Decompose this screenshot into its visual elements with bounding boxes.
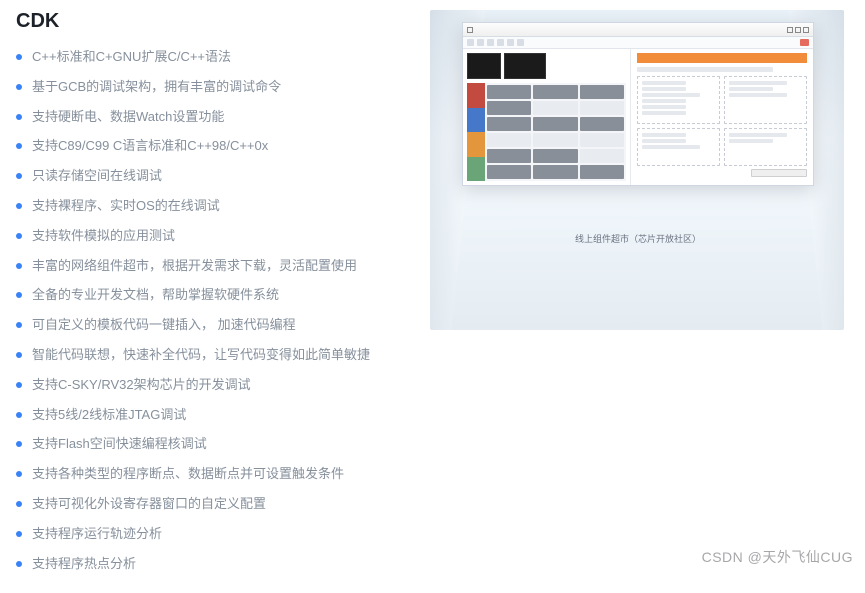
bullet-icon xyxy=(16,441,22,447)
bullet-icon xyxy=(16,382,22,388)
feature-text: 支持裸程序、实时OS的在线调试 xyxy=(32,196,220,217)
ide-screenshot xyxy=(462,22,814,186)
watermark: CSDN @天外飞仙CUG xyxy=(702,547,853,567)
window-toolbar xyxy=(463,37,813,49)
tool-button xyxy=(467,39,474,46)
feature-item: 只读存储空间在线调试 xyxy=(16,166,426,187)
feature-text: 基于GCB的调试架构，拥有丰富的调试命令 xyxy=(32,77,281,98)
bullet-icon xyxy=(16,114,22,120)
page-title: CDK xyxy=(16,10,426,33)
tool-button xyxy=(497,39,504,46)
minimize-icon xyxy=(787,27,793,33)
component-grid xyxy=(485,83,626,181)
bullet-icon xyxy=(16,501,22,507)
feature-item: 基于GCB的调试架构，拥有丰富的调试命令 xyxy=(16,77,426,98)
feature-item: 支持Flash空间快速编程核调试 xyxy=(16,434,426,455)
feature-item: 支持程序运行轨迹分析 xyxy=(16,524,426,545)
feature-item: 支持各种类型的程序断点、数据断点并可设置触发条件 xyxy=(16,464,426,485)
feature-item: 支持5线/2线标准JTAG调试 xyxy=(16,405,426,426)
bullet-icon xyxy=(16,471,22,477)
feature-list: C++标准和C+GNU扩展C/C++语法基于GCB的调试架构，拥有丰富的调试命令… xyxy=(16,47,426,574)
bullet-icon xyxy=(16,322,22,328)
list-box xyxy=(724,76,807,124)
bullet-icon xyxy=(16,561,22,567)
maximize-icon xyxy=(795,27,801,33)
screenshot-caption: 线上组件超市（芯片开放社区） xyxy=(462,232,814,245)
window-titlebar xyxy=(463,23,813,37)
app-icon xyxy=(467,27,473,33)
feature-text: 支持程序运行轨迹分析 xyxy=(32,524,162,545)
feature-item: 全备的专业开发文档，帮助掌握软硬件系统 xyxy=(16,285,426,306)
feature-text: 支持软件模拟的应用测试 xyxy=(32,226,175,247)
feature-item: 可自定义的模板代码一键插入， 加速代码编程 xyxy=(16,315,426,336)
feature-text: C++标准和C+GNU扩展C/C++语法 xyxy=(32,47,231,68)
feature-text: 智能代码联想，快速补全代码，让写代码变得如此简单敏捷 xyxy=(32,345,370,366)
bullet-icon xyxy=(16,233,22,239)
tool-button xyxy=(517,39,524,46)
panel-header xyxy=(637,53,807,63)
thumbnail xyxy=(504,53,546,79)
feature-item: 支持软件模拟的应用测试 xyxy=(16,226,426,247)
feature-item: 智能代码联想，快速补全代码，让写代码变得如此简单敏捷 xyxy=(16,345,426,366)
close-icon xyxy=(803,27,809,33)
list-box xyxy=(724,128,807,166)
feature-text: 支持5线/2线标准JTAG调试 xyxy=(32,405,186,426)
feature-item: C++标准和C+GNU扩展C/C++语法 xyxy=(16,47,426,68)
bullet-icon xyxy=(16,173,22,179)
feature-item: 丰富的网络组件超市，根据开发需求下载，灵活配置使用 xyxy=(16,256,426,277)
list-box xyxy=(637,76,720,124)
bullet-icon xyxy=(16,84,22,90)
feature-text: 支持硬断电、数据Watch设置功能 xyxy=(32,107,224,128)
feature-text: 支持程序热点分析 xyxy=(32,554,136,575)
tool-button-accent xyxy=(800,39,809,46)
bullet-icon xyxy=(16,412,22,418)
feature-text: 支持C-SKY/RV32架构芯片的开发调试 xyxy=(32,375,251,396)
feature-text: 可自定义的模板代码一键插入， 加速代码编程 xyxy=(32,315,296,336)
bullet-icon xyxy=(16,54,22,60)
bullet-icon xyxy=(16,352,22,358)
bullet-icon xyxy=(16,292,22,298)
feature-text: 丰富的网络组件超市，根据开发需求下载，灵活配置使用 xyxy=(32,256,357,277)
tool-button xyxy=(507,39,514,46)
feature-item: 支持程序热点分析 xyxy=(16,554,426,575)
bullet-icon xyxy=(16,143,22,149)
feature-item: 支持C-SKY/RV32架构芯片的开发调试 xyxy=(16,375,426,396)
bullet-icon xyxy=(16,203,22,209)
feature-text: 支持各种类型的程序断点、数据断点并可设置触发条件 xyxy=(32,464,344,485)
feature-item: 支持裸程序、实时OS的在线调试 xyxy=(16,196,426,217)
category-colors xyxy=(467,83,485,181)
feature-item: 支持C89/C99 C语言标准和C++98/C++0x xyxy=(16,136,426,157)
list-box xyxy=(637,128,720,166)
feature-text: 支持Flash空间快速编程核调试 xyxy=(32,434,207,455)
feature-text: 支持C89/C99 C语言标准和C++98/C++0x xyxy=(32,136,268,157)
feature-item: 支持可视化外设寄存器窗口的自定义配置 xyxy=(16,494,426,515)
feature-text: 支持可视化外设寄存器窗口的自定义配置 xyxy=(32,494,266,515)
right-panel xyxy=(631,49,813,185)
tool-button xyxy=(487,39,494,46)
feature-text: 只读存储空间在线调试 xyxy=(32,166,162,187)
bullet-icon xyxy=(16,263,22,269)
feature-item: 支持硬断电、数据Watch设置功能 xyxy=(16,107,426,128)
feature-text: 全备的专业开发文档，帮助掌握软硬件系统 xyxy=(32,285,279,306)
panel-button xyxy=(751,169,807,177)
thumbnail xyxy=(467,53,501,79)
tool-button xyxy=(477,39,484,46)
left-panel xyxy=(463,49,631,185)
bullet-icon xyxy=(16,531,22,537)
